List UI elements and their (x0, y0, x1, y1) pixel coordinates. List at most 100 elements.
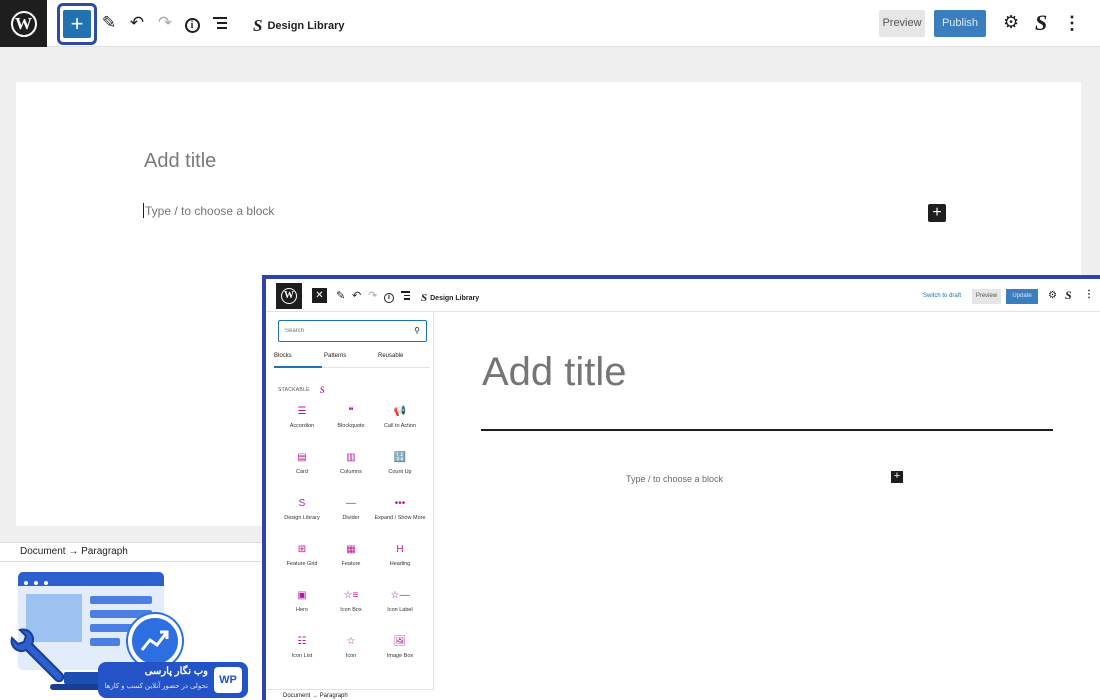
block-item[interactable]: — Divider (325, 497, 377, 522)
block-label: Heading (389, 561, 411, 567)
block-label: Feature (341, 561, 361, 567)
block-item[interactable]: S Design Library (276, 497, 328, 522)
block-label: Card (296, 469, 308, 475)
settings-gear-icon[interactable]: ⚙ (1048, 290, 1057, 301)
block-icon: ▦ (346, 544, 356, 555)
list-view-button[interactable] (401, 289, 410, 302)
inner-editor-canvas: Add title Type / to choose a block + (434, 312, 1100, 700)
block-icon: ⊞ (297, 544, 307, 555)
edit-tools-icon[interactable]: ✎ (336, 289, 345, 303)
block-label: Image Box (386, 653, 414, 659)
block-icon: ☷ (297, 636, 307, 647)
brand-logo: WP (214, 667, 242, 693)
stackable-settings-icon[interactable]: S (1035, 10, 1047, 36)
block-icon: — (346, 498, 356, 509)
block-label: Hero (296, 607, 308, 613)
wordpress-logo-button[interactable]: W (0, 0, 47, 47)
block-item[interactable]: ▣ Hero (276, 589, 328, 614)
post-title-input[interactable]: Add title (482, 350, 627, 395)
wordpress-icon: W (281, 288, 297, 304)
tab-reusable[interactable]: Reusable (378, 353, 403, 359)
more-options-icon[interactable]: ⋮ (1063, 13, 1081, 34)
block-label: Design Library (284, 515, 320, 521)
block-label: Count Up (388, 469, 412, 475)
design-library-button[interactable]: S Design Library (253, 16, 345, 36)
block-item[interactable]: 📢 Call to Action (374, 405, 426, 430)
block-icon: 🖼 (393, 636, 407, 647)
block-icon: 📢 (393, 406, 407, 417)
breadcrumb[interactable]: Document → Paragraph (20, 546, 128, 557)
design-library-label: Design Library (267, 20, 345, 32)
paragraph-block-input[interactable]: Type / to choose a block (145, 204, 274, 218)
design-library-button[interactable]: S Design Library (421, 292, 479, 304)
block-icon: ☆— (390, 590, 410, 601)
category-label: STACKABLE (278, 387, 310, 393)
update-button[interactable]: Update (1006, 289, 1038, 304)
block-icon: S (298, 498, 306, 509)
publish-button[interactable]: Publish (934, 10, 986, 37)
wordpress-icon: W (10, 10, 37, 37)
info-icon: i (184, 18, 200, 33)
brand-name: وب نگار پارسی (144, 666, 208, 677)
edit-tools-icon[interactable]: ✎ (99, 13, 119, 33)
preview-button[interactable]: Preview (879, 10, 925, 37)
list-view-icon (401, 291, 410, 300)
active-tab-indicator (274, 366, 322, 368)
block-label: Accordion (289, 423, 315, 429)
footer-breadcrumb-bar: Document → Paragraph (0, 542, 264, 562)
paragraph-block-input[interactable]: Type / to choose a block (626, 474, 723, 484)
block-item[interactable]: H Heading (374, 543, 426, 568)
tab-blocks[interactable]: Blocks (274, 353, 292, 359)
settings-gear-icon[interactable]: ⚙ (1003, 12, 1019, 33)
block-icon: 🔢 (393, 452, 407, 463)
brand-tagline: تحولی در حضور آنلاین کسب و کارها (104, 683, 208, 690)
block-item[interactable]: ☰ Accordion (276, 405, 328, 430)
block-label: Icon List (291, 653, 313, 659)
inner-wordpress-logo-button[interactable]: W (276, 283, 302, 309)
block-item[interactable]: 🖼 Image Box (374, 635, 426, 660)
block-inserter-button[interactable]: + (63, 10, 91, 38)
block-item[interactable]: 🔢 Count Up (374, 451, 426, 476)
block-icon: ▤ (297, 452, 307, 463)
close-inserter-button[interactable]: ✕ (312, 288, 327, 303)
switch-to-draft-link[interactable]: Switch to draft (923, 293, 961, 299)
block-label: Feature Grid (286, 561, 318, 567)
block-item[interactable]: ☆— Icon Label (374, 589, 426, 614)
add-block-button[interactable]: + (928, 204, 946, 222)
zoomed-editor-screenshot: W ✕ ✎ ↶ ↷ i S Design Library Switch to dr… (262, 275, 1100, 700)
add-block-button[interactable]: + (891, 471, 903, 483)
redo-icon[interactable]: ↷ (368, 289, 377, 303)
block-icon: ☰ (297, 406, 307, 417)
undo-icon[interactable]: ↶ (127, 13, 147, 33)
block-item[interactable]: ▦ Feature (325, 543, 377, 568)
block-item[interactable]: ⊞ Feature Grid (276, 543, 328, 568)
breadcrumb[interactable]: Document → Paragraph (283, 693, 348, 699)
block-label: Blockquote (337, 423, 365, 429)
list-view-icon (213, 17, 227, 29)
block-item[interactable]: ▤ Card (276, 451, 328, 476)
inserter-search: ⚲ (278, 320, 427, 342)
details-button[interactable]: i (384, 289, 394, 303)
block-item[interactable]: ••• Expand / Show More (374, 497, 426, 522)
undo-icon[interactable]: ↶ (352, 289, 361, 303)
redo-icon[interactable]: ↷ (155, 13, 175, 33)
stackable-settings-icon[interactable]: S (1065, 288, 1072, 303)
block-item[interactable]: ❝ Blockquote (325, 405, 377, 430)
title-underline (481, 429, 1053, 431)
block-item[interactable]: ☷ Icon List (276, 635, 328, 660)
post-title-input[interactable]: Add title (144, 150, 216, 173)
preview-button[interactable]: Preview (972, 289, 1001, 304)
block-item[interactable]: ☆≡ Icon Box (325, 589, 377, 614)
details-button[interactable]: i (182, 13, 202, 33)
search-input[interactable] (285, 325, 395, 337)
block-inserter-panel: ⚲ Blocks Patterns Reusable STACKABLE S ☰ A… (266, 312, 434, 700)
list-view-button[interactable] (210, 13, 230, 33)
promo-illustration: وب نگار پارسی تحولی در حضور آنلاین کسب و… (0, 562, 262, 700)
block-item[interactable]: ☆ Icon (325, 635, 377, 660)
block-icon: ❝ (348, 406, 354, 417)
stackable-icon: S (319, 385, 326, 395)
tab-patterns[interactable]: Patterns (324, 353, 346, 359)
inner-breadcrumb-bar: Document → Paragraph (266, 689, 434, 700)
more-options-icon[interactable]: ⋮ (1084, 289, 1094, 300)
block-item[interactable]: ▥ Columns (325, 451, 377, 476)
